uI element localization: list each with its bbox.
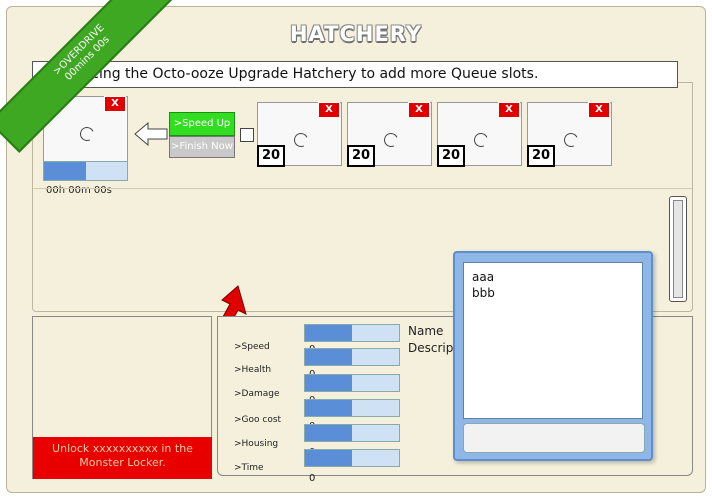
stat-label-damage: >Damage [234,389,280,399]
popup-line: aaa [472,270,495,284]
monster-name-label: Name [408,324,444,338]
queue-count-badge: 20 [437,145,465,167]
stat-label-speed: >Speed [234,342,270,352]
stat-bar-goo-cost [304,399,400,417]
loading-spinner-icon [382,131,400,149]
loading-spinner-icon [292,131,310,149]
scrollbar-thumb[interactable] [673,200,683,298]
queue-slot-close-button[interactable]: X [498,102,520,118]
active-slot-progress [43,161,128,181]
stat-label-housing: >Housing [234,439,279,449]
stat-bar-speed [304,324,400,342]
stat-bar-fill [305,450,352,466]
stat-bar-time [304,449,400,467]
stat-bar-fill [305,425,352,441]
stat-label-health: >Health [234,365,272,375]
slot-timer: 00h 00m 00s [46,185,112,196]
queue-slot-close-button[interactable]: X [588,102,610,118]
loading-spinner-icon [78,125,96,143]
active-slot-close-button[interactable]: X [104,96,126,112]
divider [33,188,692,189]
popup-text-area[interactable]: aaa bbb [463,262,643,419]
stat-label-goo-cost: >Goo cost [234,415,282,425]
debug-popup: aaa bbb [453,251,653,461]
stat-bar-fill [305,349,352,365]
loading-spinner-icon [562,131,580,149]
popup-input[interactable] [463,423,645,453]
info-bar: Introducing the Octo-ooze Upgrade Hatche… [32,61,678,88]
loading-spinner-icon [472,131,490,149]
stat-bar-fill [305,375,352,391]
stat-value-time: 0 [309,473,316,484]
queue-count-badge: 20 [527,145,555,167]
arrow-left-icon [134,122,168,146]
queue-checkbox[interactable] [240,128,254,142]
vertical-scrollbar[interactable] [669,196,687,302]
finish-now-button[interactable]: >Finish Now [169,136,235,158]
stat-bar-health [304,348,400,366]
stat-bar-damage [304,374,400,392]
stat-bar-housing [304,424,400,442]
speed-up-button[interactable]: >Speed Up [169,112,235,136]
queue-count-badge: 20 [347,145,375,167]
queue-count-badge: 20 [257,145,285,167]
unlock-message: Unlock xxxxxxxxxx in the Monster Locker. [33,437,212,479]
stat-label-time: >Time [234,463,264,473]
queue-slot-close-button[interactable]: X [318,102,340,118]
stat-bar-fill [305,325,352,341]
popup-line: bbb [472,286,495,300]
progress-fill [44,162,86,180]
monster-description-label: Description [408,341,456,355]
queue-slot-close-button[interactable]: X [408,102,430,118]
stat-bar-fill [305,400,352,416]
